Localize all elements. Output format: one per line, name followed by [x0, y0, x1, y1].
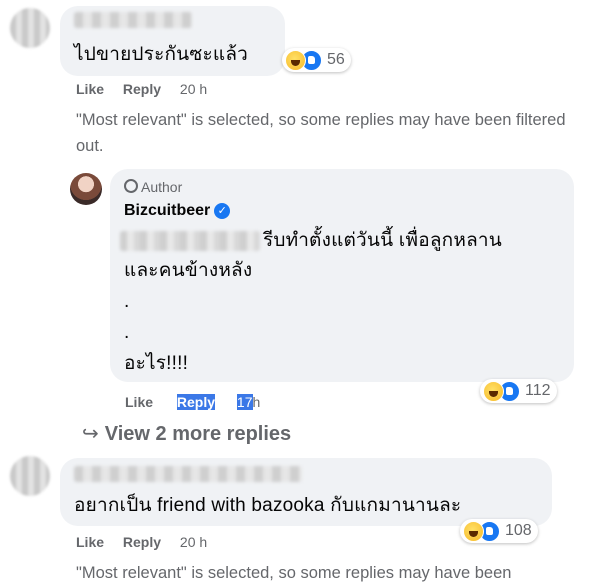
reply-arrow-icon: ↪ [82, 423, 99, 445]
like-button[interactable]: Like [76, 81, 104, 97]
reply-bubble: Author Bizcuitbeer ✓ รีบทำตั้งแต่วันนี้ เ… [110, 169, 574, 382]
reaction-summary[interactable]: 108 [460, 519, 538, 543]
comment-text: ไปขายประกันซะแล้ว [74, 44, 249, 65]
comment-text: อยากเป็น friend with bazooka กับแกมานานล… [74, 495, 462, 516]
avatar[interactable] [10, 8, 50, 48]
comment-bubble: อยากเป็น friend with bazooka กับแกมานานล… [60, 458, 552, 526]
haha-icon [483, 380, 504, 402]
reply-text-dot1: . [124, 291, 130, 312]
commenter-name[interactable] [74, 466, 302, 482]
author-badge: Author [124, 179, 182, 195]
timestamp[interactable]: 20 h [180, 534, 207, 550]
commenter-name[interactable] [74, 12, 192, 28]
author-name[interactable]: Bizcuitbeer ✓ [124, 202, 231, 220]
reply-text-line5: อะไร!!!! [124, 353, 189, 374]
like-button[interactable]: Like [125, 394, 153, 410]
reply-actions: Like Reply 17h [125, 394, 260, 410]
like-button[interactable]: Like [76, 534, 104, 550]
reaction-summary[interactable]: 112 [480, 379, 557, 403]
reply-text-line2: และคนข้างหลัง [124, 260, 253, 281]
reaction-count: 112 [525, 382, 551, 399]
comment-actions: Like Reply 20 h [76, 534, 207, 550]
timestamp[interactable]: 20 h [180, 81, 207, 97]
reply-text-line1: รีบทำตั้งแต่วันนี้ เพื่อลูกหลาน [263, 230, 502, 251]
filter-notice: "Most relevant" is selected, so some rep… [76, 111, 566, 155]
reply-button[interactable]: Reply [123, 81, 161, 97]
author-avatar[interactable] [70, 173, 102, 205]
filter-notice: "Most relevant" is selected, so some rep… [76, 564, 512, 582]
comment-bubble: ไปขายประกันซะแล้ว [60, 6, 285, 76]
timestamp[interactable]: 17h [236, 394, 260, 410]
reply-button[interactable]: Reply [123, 534, 161, 550]
haha-icon [463, 520, 484, 542]
reaction-summary[interactable]: 56 [282, 48, 351, 72]
redacted-text [120, 231, 260, 251]
reaction-count: 108 [505, 522, 532, 539]
author-badge-icon [124, 179, 138, 193]
view-more-replies[interactable]: ↪ View 2 more replies [82, 421, 291, 446]
reply-text-dot2: . [124, 322, 130, 343]
avatar[interactable] [10, 456, 50, 496]
comment-actions: Like Reply 20 h [76, 81, 207, 97]
verified-badge-icon: ✓ [214, 203, 231, 219]
reaction-count: 56 [327, 51, 345, 68]
reply-button[interactable]: Reply [176, 394, 216, 410]
haha-icon [285, 49, 306, 71]
